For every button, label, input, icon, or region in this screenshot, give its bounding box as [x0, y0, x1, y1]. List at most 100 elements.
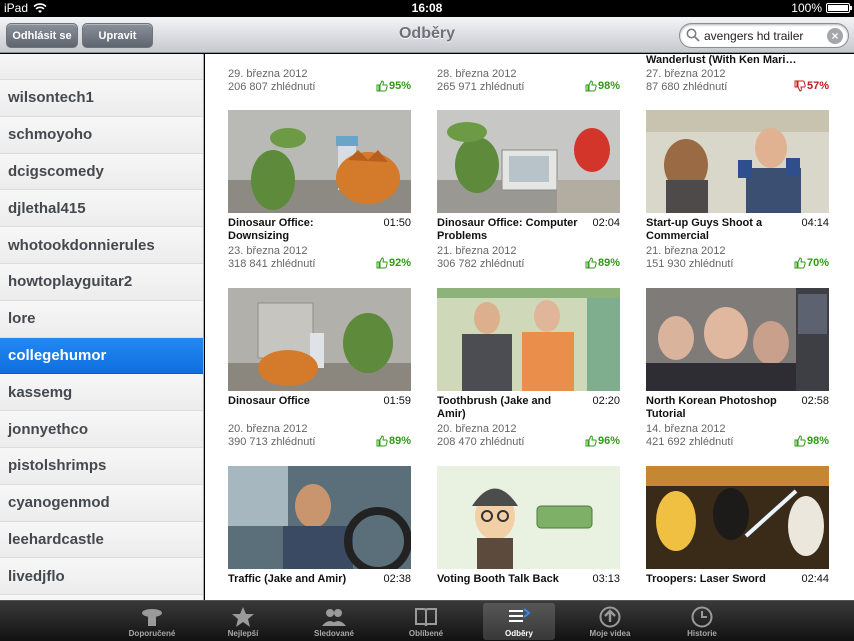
battery-percent: 100%: [791, 1, 822, 15]
video-thumbnail[interactable]: [437, 110, 620, 213]
video-card[interactable]: Voting Booth Talk Back 03:13: [437, 466, 620, 600]
video-date: 28. března 2012: [437, 68, 517, 80]
video-date: 23. března 2012: [228, 245, 308, 257]
video-duration: 04:14: [801, 217, 829, 229]
video-card[interactable]: Wanderlust (With Ken Mari… 27. března 20…: [646, 54, 829, 99]
video-duration: 02:04: [592, 217, 620, 229]
thumbs-up-icon: [794, 257, 806, 269]
video-thumbnail[interactable]: [646, 466, 829, 569]
video-rating: 98%: [794, 435, 829, 447]
sidebar-item-selected[interactable]: collegehumor: [0, 337, 203, 375]
video-card[interactable]: Dinosaur Office 01:59 20. března 2012 39…: [228, 288, 411, 458]
video-date: 20. března 2012: [228, 423, 308, 435]
logout-button[interactable]: Odhlásit se: [6, 23, 78, 48]
search-icon: [686, 28, 700, 42]
tab-most-viewed[interactable]: Sledované: [298, 603, 370, 640]
sidebar-item[interactable]: [0, 54, 203, 80]
video-card[interactable]: Dinosaur Office: Computer Problems 02:04…: [437, 110, 620, 280]
video-duration: 01:59: [383, 395, 411, 407]
sidebar-item[interactable]: livedjflo: [0, 558, 203, 596]
sidebar-item[interactable]: wilsontech1: [0, 80, 203, 117]
video-rating: 70%: [794, 257, 829, 269]
video-rating: 89%: [376, 435, 411, 447]
video-views: 390 713 zhlédnutí: [228, 436, 316, 448]
tab-top-rated[interactable]: Nejlepší: [207, 603, 279, 640]
video-date: 29. března 2012: [228, 68, 308, 80]
edit-button[interactable]: Upravit: [82, 23, 153, 48]
video-thumbnail[interactable]: [228, 288, 411, 391]
people-icon: [322, 609, 346, 626]
thumbs-up-icon: [376, 257, 388, 269]
video-card[interactable]: Toothbrush (Jake and Amir) 02:20 20. bře…: [437, 288, 620, 458]
video-card[interactable]: Troopers: Laser Sword 02:44: [646, 466, 829, 600]
video-views: 87 680 zhlédnutí: [646, 81, 728, 93]
thumbs-up-icon: [585, 80, 597, 92]
video-thumbnail[interactable]: [437, 466, 620, 569]
search-input[interactable]: [704, 27, 824, 45]
thumbs-up-icon: [585, 257, 597, 269]
video-thumbnail[interactable]: [646, 110, 829, 213]
sidebar-item[interactable]: schmoyoho: [0, 116, 203, 154]
video-card[interactable]: 29. března 2012 206 807 zhlédnutí 95%: [228, 54, 411, 99]
subscriptions-icon: [509, 608, 531, 622]
video-thumbnail[interactable]: [646, 288, 829, 391]
sidebar-item[interactable]: leehardcastle: [0, 521, 203, 559]
navigation-bar: Odhlásit se Upravit Odběry ×: [0, 17, 854, 53]
video-title: Traffic (Jake and Amir): [228, 573, 347, 585]
video-views: 208 470 zhlédnutí: [437, 436, 525, 448]
video-card[interactable]: 28. března 2012 265 971 zhlédnutí 98%: [437, 54, 620, 99]
video-card[interactable]: Dinosaur Office: Downsizing 01:50 23. bř…: [228, 110, 411, 280]
video-date: 21. března 2012: [646, 245, 726, 257]
featured-icon: [142, 609, 162, 626]
tab-my-videos[interactable]: Moje videa: [574, 603, 646, 640]
video-date: 21. března 2012: [437, 245, 517, 257]
subscriptions-list: wilsontech1 schmoyoho dcigscomedy djleth…: [0, 54, 204, 600]
video-card[interactable]: Traffic (Jake and Amir) 02:38: [228, 466, 411, 600]
sidebar-item[interactable]: djlethal415: [0, 190, 203, 228]
video-grid: 29. března 2012 206 807 zhlédnutí 95% 28…: [205, 54, 854, 600]
video-rating: 98%: [585, 80, 620, 92]
video-thumbnail[interactable]: [437, 288, 620, 391]
video-rating: 95%: [376, 80, 411, 92]
search-field[interactable]: ×: [679, 23, 849, 48]
video-duration: 01:50: [383, 217, 411, 229]
sidebar-item[interactable]: lore: [0, 300, 203, 338]
video-title: Dinosaur Office: Downsizing: [228, 217, 314, 242]
sidebar-item[interactable]: cyanogenmod: [0, 484, 203, 522]
video-title: Dinosaur Office: Computer Problems: [437, 217, 578, 242]
sidebar-item[interactable]: kassemg: [0, 374, 203, 412]
tab-featured[interactable]: Doporučené: [116, 603, 188, 640]
video-date: 20. března 2012: [437, 423, 517, 435]
sidebar-item[interactable]: jonnyethco: [0, 411, 203, 448]
video-thumbnail[interactable]: [228, 110, 411, 213]
video-thumbnail[interactable]: [228, 466, 411, 569]
video-duration: 02:20: [592, 395, 620, 407]
video-title: Voting Booth Talk Back: [437, 573, 559, 585]
thumbs-down-icon: [794, 80, 806, 92]
book-icon: [415, 608, 437, 627]
video-card[interactable]: North Korean Photoshop Tutorial 02:58 14…: [646, 288, 829, 458]
tab-history[interactable]: Historie: [666, 603, 738, 640]
tab-favorites[interactable]: Oblíbené: [390, 603, 462, 640]
sidebar-item[interactable]: dcigscomedy: [0, 153, 203, 191]
thumbs-up-icon: [794, 435, 806, 447]
video-date: 14. března 2012: [646, 423, 726, 435]
sidebar-item[interactable]: whotookdonnierules: [0, 227, 203, 264]
video-duration: 02:58: [801, 395, 829, 407]
clear-search-icon[interactable]: ×: [827, 28, 843, 44]
video-rating: 92%: [376, 257, 411, 269]
video-views: 421 692 zhlédnutí: [646, 436, 734, 448]
tab-subscriptions[interactable]: Odběry: [483, 603, 555, 640]
video-title: Start-up Guys Shoot a Commercial: [646, 217, 763, 242]
video-rating: 96%: [585, 435, 620, 447]
sidebar-item[interactable]: pistolshrimps: [0, 447, 203, 485]
page-title: Odběry: [398, 25, 455, 42]
clock: 16:08: [411, 1, 443, 15]
video-rating: 57%: [794, 80, 829, 92]
video-title: North Korean Photoshop Tutorial: [646, 395, 777, 420]
video-date: 27. března 2012: [646, 68, 726, 80]
thumbs-up-icon: [376, 435, 388, 447]
sidebar-item[interactable]: howtoplayguitar2: [0, 263, 203, 301]
video-card[interactable]: Start-up Guys Shoot a Commercial 04:14 2…: [646, 110, 829, 280]
tab-bar: Doporučené Nejlepší Sledované Oblíbené O…: [0, 600, 854, 641]
